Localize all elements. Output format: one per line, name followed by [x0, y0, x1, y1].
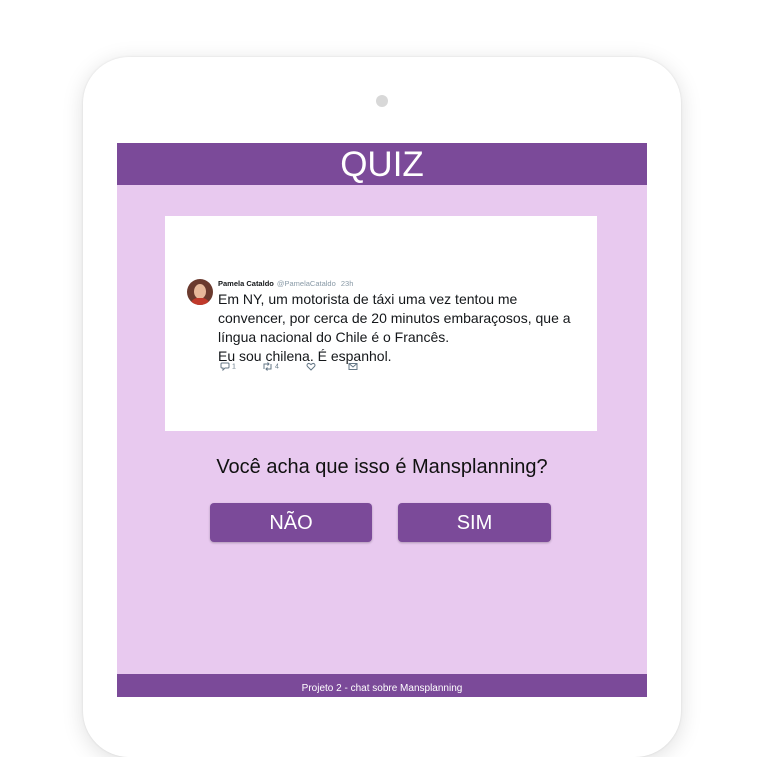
tweet-handle: @PamelaCataldo [276, 279, 336, 288]
tweet-header: Pamela Cataldo @PamelaCataldo 23h [218, 279, 353, 288]
quiz-header: QUIZ [117, 143, 647, 185]
quiz-title: QUIZ [340, 145, 424, 184]
tweet-text: Em NY, um motorista de táxi uma vez tent… [218, 290, 578, 366]
message-icon [348, 363, 358, 370]
like-action[interactable] [306, 362, 316, 371]
retweet-icon [263, 362, 272, 371]
quiz-screen: QUIZ Pamela Cataldo @PamelaCataldo 23h Em… [117, 143, 647, 697]
no-button[interactable]: NÃO [210, 503, 372, 542]
tweet-time: 23h [340, 279, 354, 288]
tweet-line: Em NY, um motorista de táxi uma vez tent… [218, 291, 518, 307]
retweet-count: 4 [274, 363, 279, 371]
reply-action[interactable]: 1 [220, 362, 236, 372]
tweet-line: convencer, por cerca de 20 minutos embar… [218, 310, 571, 326]
tweet-line: língua nacional do Chile é o Francês. [218, 329, 450, 345]
message-action[interactable] [348, 362, 358, 371]
tweet-card: Pamela Cataldo @PamelaCataldo 23h Em NY, … [165, 216, 597, 431]
like-icon [306, 362, 316, 371]
reply-count: 1 [231, 363, 236, 371]
footer-text: Projeto 2 - chat sobre Mansplanning [301, 683, 463, 694]
reply-icon [220, 362, 230, 372]
question-text: Você acha que isso é Mansplanning? [216, 456, 548, 478]
avatar [187, 279, 213, 305]
tweet-author-name: Pamela Cataldo [218, 279, 274, 288]
yes-button[interactable]: SIM [398, 503, 551, 542]
footer: Projeto 2 - chat sobre Mansplanning [117, 674, 647, 697]
retweet-action[interactable]: 4 [262, 362, 279, 371]
camera-dot [376, 95, 388, 107]
